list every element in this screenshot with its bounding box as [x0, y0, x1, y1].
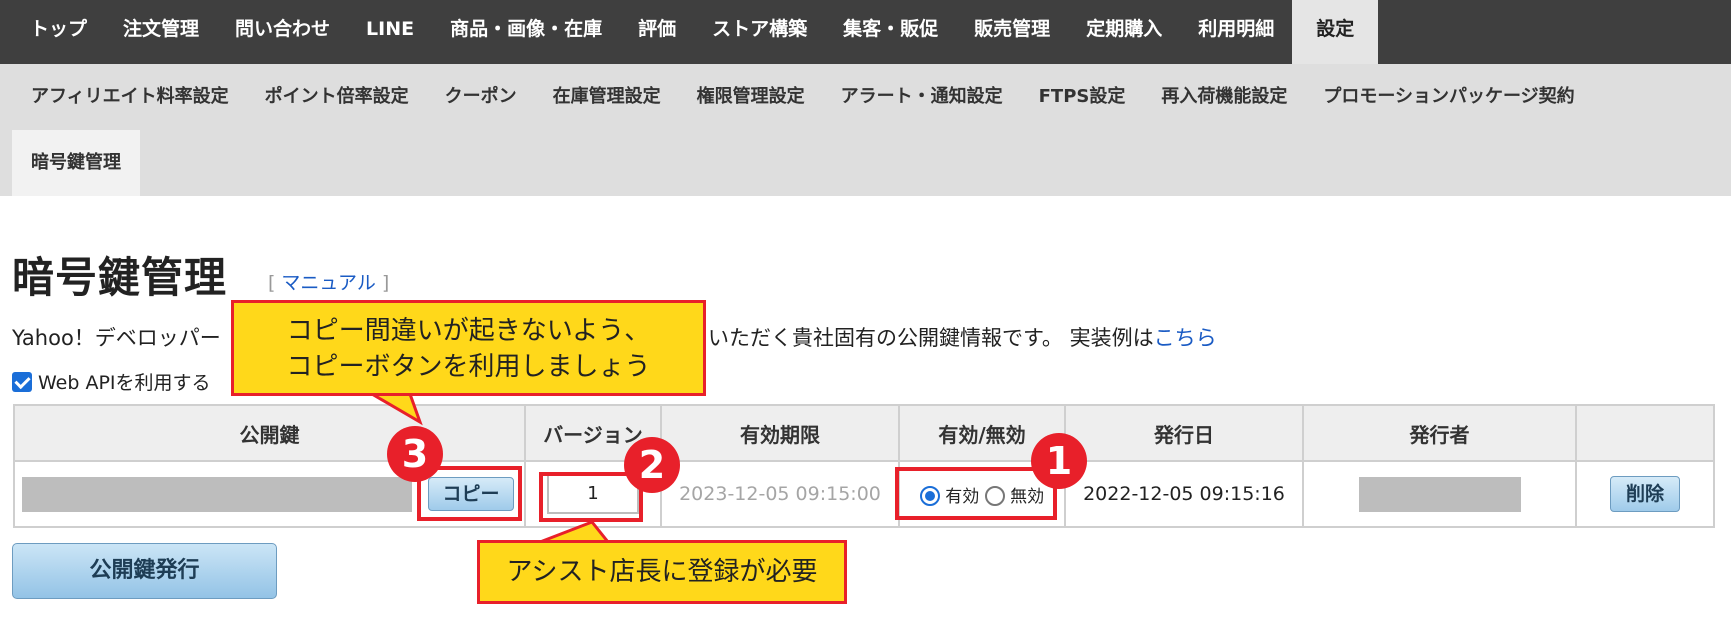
table-header-row: 公開鍵 バージョン 有効期限 有効/無効 発行日 発行者 — [13, 404, 1715, 462]
manual-link[interactable]: マニュアル — [281, 272, 375, 294]
webapi-checkbox-row[interactable]: Web APIを利用する — [12, 368, 211, 395]
description-left: Yahoo！デベロッパー — [12, 326, 221, 350]
sub-nav-item[interactable]: 在庫管理設定 — [535, 64, 679, 130]
description: Yahoo！デベロッパー いただく貴社固有の公開鍵情報です。 実装例はこちら — [12, 322, 1217, 352]
public-key-table: 公開鍵 バージョン 有効期限 有効/無効 発行日 発行者 コピー 1 2023-… — [13, 404, 1715, 528]
sub-nav-item[interactable]: アラート・通知設定 — [823, 64, 1021, 130]
header-expiry: 有効期限 — [660, 404, 900, 462]
top-nav-tab[interactable]: トップ — [0, 0, 105, 64]
sub-nav: アフィリエイト料率設定 ポイント倍率設定 クーポン 在庫管理設定 権限管理設定 アラート・… — [0, 64, 1731, 196]
sub-nav-item[interactable]: 権限管理設定 — [679, 64, 823, 130]
delete-button[interactable]: 削除 — [1610, 476, 1680, 512]
manual-link-wrapper: [マニュアル] — [268, 272, 390, 294]
register-callout: アシスト店長に登録が必要 — [477, 540, 847, 604]
webapi-checkbox[interactable] — [12, 371, 32, 392]
webapi-checkbox-label: Web APIを利用する — [38, 372, 211, 394]
top-nav-tab[interactable]: 問い合わせ — [217, 0, 348, 64]
top-nav-tab[interactable]: 注文管理 — [105, 0, 217, 64]
masked-issuer — [1358, 476, 1521, 512]
issued-at-cell: 2022-12-05 09:15:16 — [1064, 460, 1304, 528]
sub-nav-item[interactable]: ポイント倍率設定 — [247, 64, 427, 130]
expiry-cell: 2023-12-05 09:15:00 — [660, 460, 900, 528]
header-public-key: 公開鍵 — [13, 404, 526, 462]
sub-nav-item[interactable]: クーポン — [427, 64, 535, 130]
masked-public-key — [22, 476, 412, 512]
sub-nav-item[interactable]: 再入荷機能設定 — [1143, 64, 1305, 130]
top-nav-tab[interactable]: 集客・販促 — [825, 0, 956, 64]
table-row: コピー 1 2023-12-05 09:15:00 有効 無効 2022-12-… — [13, 460, 1715, 528]
badge-3: 3 — [387, 426, 443, 482]
badge-1: 1 — [1031, 433, 1087, 489]
top-nav-tab[interactable]: 利用明細 — [1180, 0, 1292, 64]
top-nav-tab[interactable]: 設定 — [1292, 0, 1379, 64]
copy-callout-line-2: コピーボタンを利用しましょう — [286, 352, 651, 382]
top-nav-tab[interactable]: 定期購入 — [1068, 0, 1180, 64]
top-nav: トップ 注文管理 問い合わせ LINE 商品・画像・在庫 評価 ストア構築 集客・販促 販売管理… — [0, 0, 1731, 64]
badge-2: 2 — [624, 437, 680, 493]
top-nav-tab[interactable]: ストア構築 — [694, 0, 825, 64]
header-issuer: 発行者 — [1302, 404, 1577, 462]
header-issued-at: 発行日 — [1064, 404, 1304, 462]
description-right: いただく貴社固有の公開鍵情報です。 実装例は — [708, 326, 1154, 350]
top-nav-tab[interactable]: 商品・画像・在庫 — [432, 0, 620, 64]
sub-nav-item[interactable]: プロモーションパッケージ契約 — [1305, 64, 1592, 130]
header-actions — [1575, 404, 1715, 462]
issue-public-key-button[interactable]: 公開鍵発行 — [12, 543, 277, 599]
issuer-cell — [1302, 460, 1577, 528]
example-link[interactable]: こちら — [1154, 326, 1217, 350]
sub-nav-item[interactable]: FTPS設定 — [1021, 64, 1144, 130]
actions-cell: 削除 — [1575, 460, 1715, 528]
top-nav-tab[interactable]: 販売管理 — [956, 0, 1068, 64]
copy-callout: コピー間違いが起きないよう、 コピーボタンを利用しましょう — [231, 300, 706, 396]
description-right-wrap: いただく貴社固有の公開鍵情報です。 実装例はこちら — [708, 322, 1217, 352]
sub-nav-row-2: 暗号鍵管理 — [0, 130, 1731, 196]
sub-nav-row-1: アフィリエイト料率設定 ポイント倍率設定 クーポン 在庫管理設定 権限管理設定 アラート・… — [0, 64, 1731, 130]
sub-nav-item[interactable]: 暗号鍵管理 — [12, 130, 140, 196]
status-highlight — [895, 467, 1057, 520]
top-nav-tab[interactable]: 評価 — [620, 0, 694, 64]
top-nav-tab[interactable]: LINE — [348, 0, 432, 64]
copy-callout-line-1: コピー間違いが起きないよう、 — [286, 316, 651, 346]
sub-nav-item[interactable]: アフィリエイト料率設定 — [0, 64, 247, 130]
page-title: 暗号鍵管理 — [12, 253, 228, 302]
